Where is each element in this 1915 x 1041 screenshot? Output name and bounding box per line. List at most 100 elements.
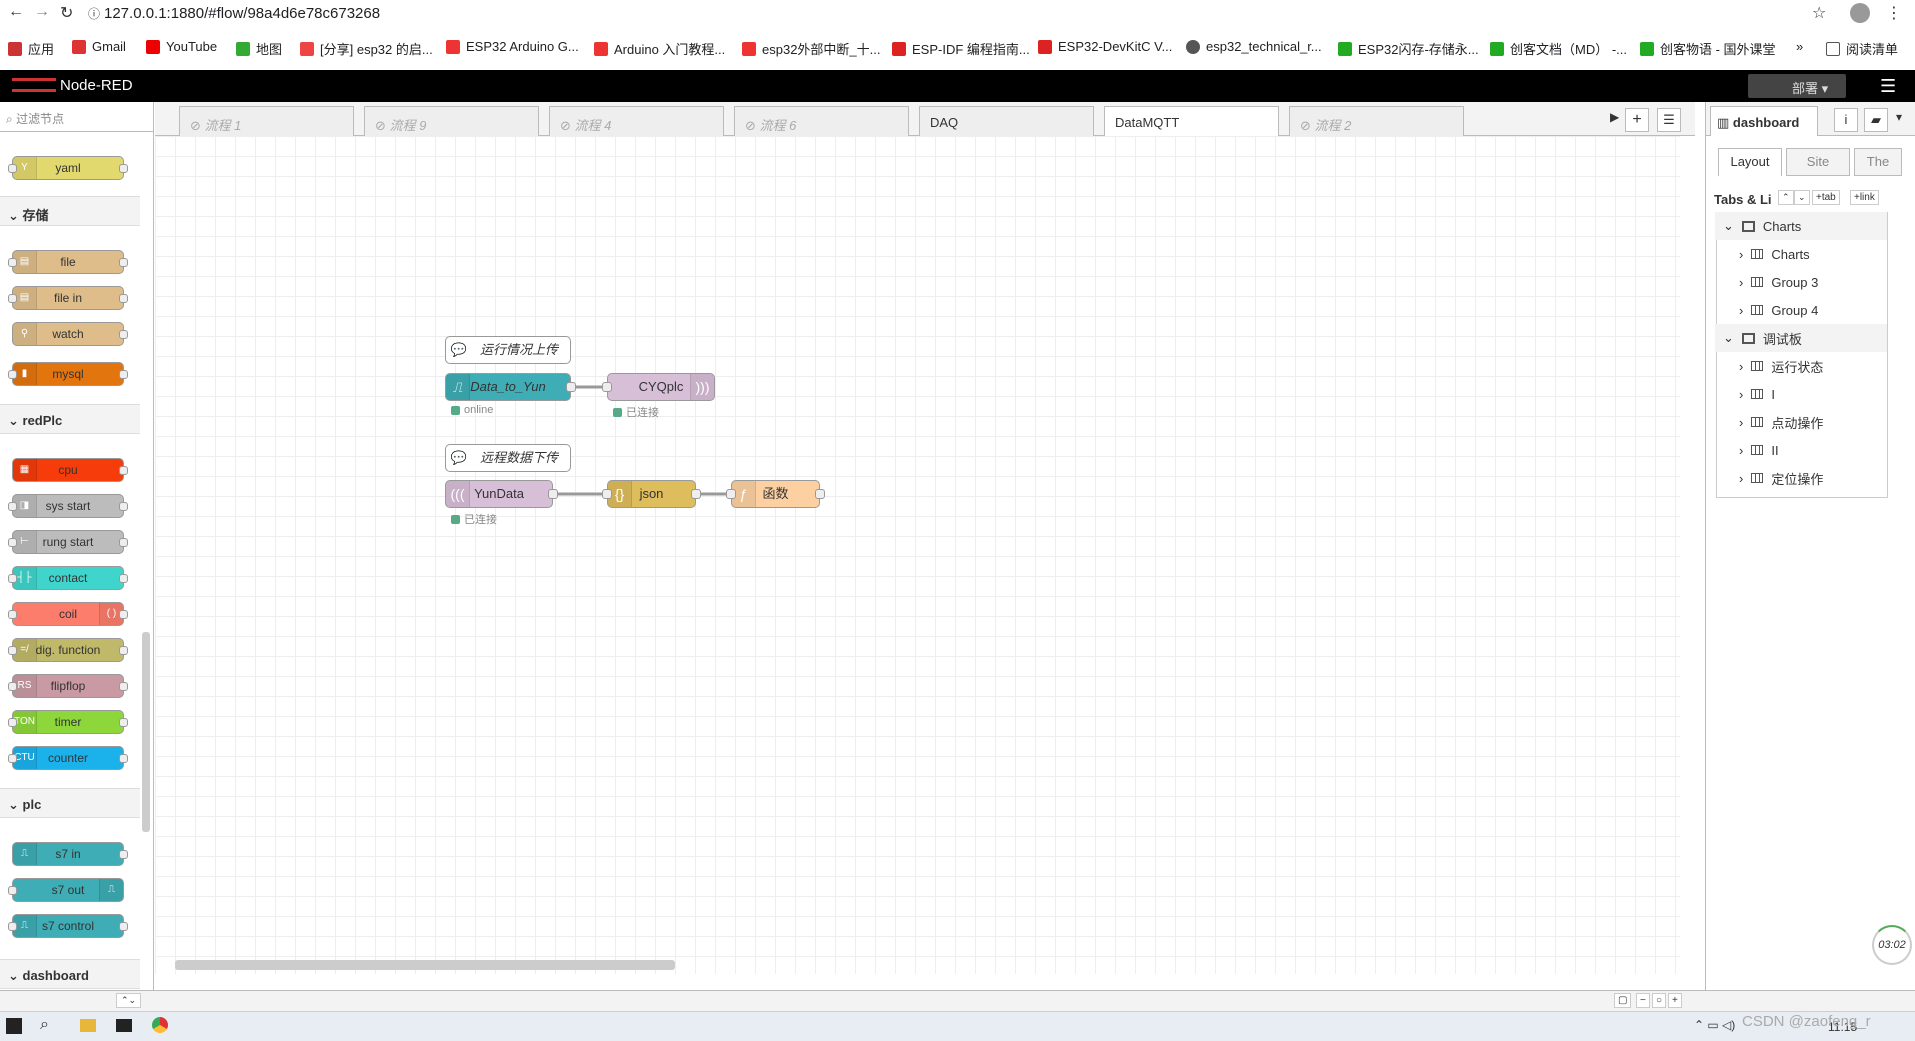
output-port[interactable] xyxy=(691,489,701,499)
palette-node-sys-start[interactable]: ◨ sys start xyxy=(8,494,128,518)
node-yundata[interactable]: (((YunData xyxy=(445,480,558,508)
palette-filter-input[interactable]: ⌕ 过滤节点 xyxy=(0,102,153,132)
palette-node-mysql[interactable]: ▮ mysql xyxy=(8,362,128,386)
output-port[interactable] xyxy=(566,382,576,392)
input-port[interactable] xyxy=(602,489,612,499)
sidebar-tab-site[interactable]: Site xyxy=(1786,148,1850,176)
palette-node-cpu[interactable]: ▦ cpu xyxy=(12,458,128,482)
bookmark-esp32-interrupt[interactable]: esp32外部中断_十... xyxy=(742,39,881,58)
tab-flow-1[interactable]: ⊘ 流程 1 xyxy=(179,106,354,136)
sidebar-tab-dashboard[interactable]: ▥ dashboard xyxy=(1710,106,1818,136)
palette-node-s7-control[interactable]: ⎍ s7 control xyxy=(8,914,128,938)
palette-node-flipflop[interactable]: RS flipflop xyxy=(8,674,128,698)
workspace-hscrollbar[interactable] xyxy=(175,960,675,970)
info-tab-icon[interactable]: i xyxy=(1834,108,1858,132)
comment-node-upload[interactable]: 💬 运行情况上传 xyxy=(445,336,571,364)
bookmark-apps[interactable]: 应用 xyxy=(8,39,54,58)
search-icon[interactable]: ⌕ xyxy=(40,1016,49,1034)
file-explorer-icon[interactable] xyxy=(80,1019,96,1032)
bookmark-esp-idf[interactable]: ESP-IDF 编程指南... xyxy=(892,39,1030,58)
bookmark-gmail[interactable]: Gmail xyxy=(72,39,126,54)
palette-node-s7-out[interactable]: s7 out ⎍ xyxy=(8,878,124,902)
bookmark-esp32-share[interactable]: [分享] esp32 的启... xyxy=(300,39,433,58)
add-tab-dashboard-button[interactable]: +tab xyxy=(1812,190,1840,205)
tab-scroll-right-icon[interactable]: ▶ xyxy=(1610,110,1619,124)
tree-group-3[interactable]: › Group 3 xyxy=(1715,268,1887,296)
tree-group-i[interactable]: › I xyxy=(1715,380,1887,408)
bookmark-esp32-flash[interactable]: ESP32闪存-存储永... xyxy=(1338,39,1479,58)
main-menu-icon[interactable]: ☰ xyxy=(1880,76,1896,97)
palette-node-timer[interactable]: TON timer xyxy=(8,710,128,734)
expand-all-button[interactable]: ⌄ xyxy=(1794,190,1810,205)
palette-node-file[interactable]: ▤ file xyxy=(8,250,128,274)
sidebar-tab-layout[interactable]: Layout xyxy=(1718,148,1782,176)
tree-group-charts[interactable]: › Charts xyxy=(1715,240,1887,268)
palette-node-watch[interactable]: ⚲ watch xyxy=(12,322,128,346)
tree-tab-charts[interactable]: ⌄ Charts xyxy=(1715,212,1887,240)
tree-tab-debug-board[interactable]: ⌄ 调试板 xyxy=(1715,324,1887,352)
profile-icon[interactable] xyxy=(1850,3,1870,23)
palette-collapse-button[interactable]: ⌃⌄ xyxy=(116,993,142,1008)
tab-list-button[interactable]: ☰ xyxy=(1657,108,1681,132)
sidebar-menu-icon[interactable]: ▾ xyxy=(1896,110,1902,124)
bookmark-youtube[interactable]: YouTube xyxy=(146,39,217,54)
bookmark-esp32-arduino[interactable]: ESP32 Arduino G... xyxy=(446,39,579,54)
category-storage[interactable]: ⌄ 存储 xyxy=(0,196,140,226)
menu-icon[interactable]: ⋮ xyxy=(1886,3,1902,23)
node-function[interactable]: ƒ 函数 xyxy=(726,480,825,508)
help-tab-icon[interactable]: ▰ xyxy=(1864,108,1888,132)
tree-group-ii[interactable]: › II xyxy=(1715,436,1887,464)
chrome-icon[interactable] xyxy=(152,1017,168,1033)
bookmark-maker-story[interactable]: 创客物语 - 国外课堂 xyxy=(1640,39,1776,58)
windows-start-icon[interactable] xyxy=(6,1018,22,1034)
add-tab-button[interactable]: + xyxy=(1625,108,1649,132)
bookmark-more[interactable]: » xyxy=(1796,39,1803,54)
reading-list[interactable]: 阅读清单 xyxy=(1826,39,1898,58)
output-port[interactable] xyxy=(548,489,558,499)
forward-icon[interactable]: → xyxy=(34,3,50,21)
bookmark-arduino-tutorial[interactable]: Arduino 入门教程... xyxy=(594,39,725,58)
sidebar-tab-theme[interactable]: The xyxy=(1854,148,1902,176)
tab-daq[interactable]: DAQ xyxy=(919,106,1094,136)
terminal-icon[interactable] xyxy=(116,1019,132,1032)
tree-group-run-status[interactable]: › 运行状态 xyxy=(1715,352,1887,380)
comment-node-download[interactable]: 💬 远程数据下传 xyxy=(445,444,571,472)
input-port[interactable] xyxy=(602,382,612,392)
tree-group-jog[interactable]: › 点动操作 xyxy=(1715,408,1887,436)
bookmark-esp32-devkitc[interactable]: ESP32-DevKitC V... xyxy=(1038,39,1172,54)
tab-flow-6[interactable]: ⊘ 流程 6 xyxy=(734,106,909,136)
category-plc[interactable]: ⌄ plc xyxy=(0,788,140,818)
palette-node-yaml[interactable]: Yyaml xyxy=(8,156,128,180)
output-port[interactable] xyxy=(815,489,825,499)
zoom-out-button[interactable]: − xyxy=(1636,993,1650,1008)
palette-node-dig-function[interactable]: =/dig. function xyxy=(8,638,128,662)
flow-workspace[interactable]: 💬 运行情况上传 ⎍ Data_to_Yun online CYQplc))) 已连… xyxy=(155,136,1680,974)
palette-node-coil[interactable]: coil( ) xyxy=(8,602,128,626)
zoom-reset-button[interactable]: ○ xyxy=(1652,993,1667,1008)
tree-group-4[interactable]: › Group 4 xyxy=(1715,296,1887,324)
category-dashboard[interactable]: ⌄ dashboard xyxy=(0,959,140,989)
star-icon[interactable]: ☆ xyxy=(1812,3,1826,23)
tab-datamqtt[interactable]: DataMQTT xyxy=(1104,106,1279,137)
bookmark-maker-docs[interactable]: 创客文档（MD） -... xyxy=(1490,39,1627,58)
reload-icon[interactable]: ↻ xyxy=(60,3,73,23)
tab-flow-2[interactable]: ⊘ 流程 2 xyxy=(1289,106,1464,136)
back-icon[interactable]: ← xyxy=(8,3,24,21)
input-port[interactable] xyxy=(726,489,736,499)
add-link-button[interactable]: +link xyxy=(1850,190,1879,205)
bookmark-esp32-technical[interactable]: esp32_technical_r... xyxy=(1186,39,1322,54)
tab-flow-9[interactable]: ⊘ 流程 9 xyxy=(364,106,539,136)
bookmark-maps[interactable]: 地图 xyxy=(236,39,282,58)
palette-node-rung-start[interactable]: ⊢ rung start xyxy=(8,530,128,554)
navigator-icon[interactable]: ▢ xyxy=(1614,993,1632,1008)
node-json[interactable]: {} json xyxy=(602,480,701,508)
node-data-to-yun[interactable]: ⎍ Data_to_Yun xyxy=(445,373,576,401)
node-cyqplc[interactable]: CYQplc))) xyxy=(602,373,715,401)
palette-scrollbar[interactable] xyxy=(142,632,150,832)
address-bar[interactable]: 127.0.0.1:1880/#flow/98a4d6e78c673268 xyxy=(104,5,380,22)
palette-node-contact[interactable]: ┤├ contact xyxy=(8,566,128,590)
palette-node-s7-in[interactable]: ⎍ s7 in xyxy=(12,842,128,866)
zoom-in-button[interactable]: + xyxy=(1668,993,1682,1008)
category-redplc[interactable]: ⌄ redPlc xyxy=(0,404,140,434)
collapse-all-button[interactable]: ⌃ xyxy=(1778,190,1794,205)
